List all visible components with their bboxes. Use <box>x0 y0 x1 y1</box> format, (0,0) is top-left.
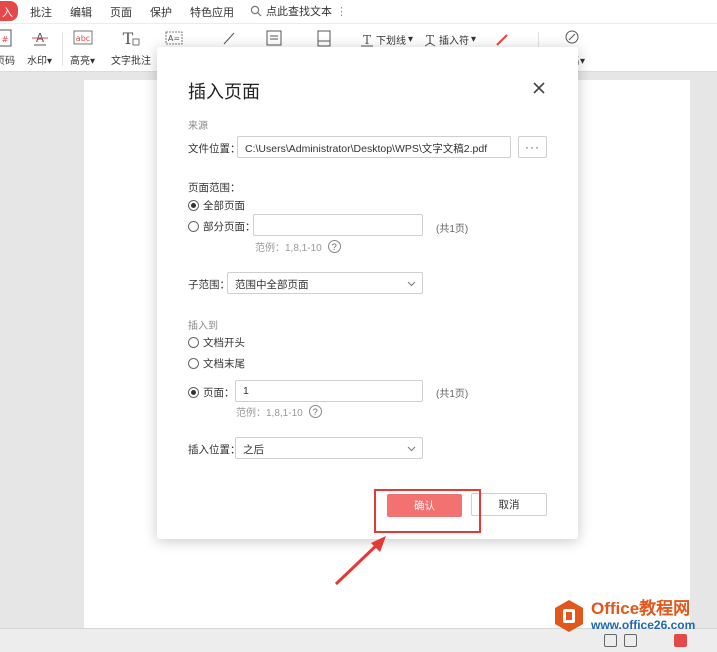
insert-symbol-label: 插入符 <box>439 36 469 47</box>
line-tool-button[interactable] <box>218 28 240 48</box>
insert-page-dialog: 插入页面 来源 文件位置： C:\Users\Administrator\Des… <box>157 47 578 539</box>
subrange-value: 范围中全部页面 <box>235 279 309 291</box>
radio-partial-pages[interactable]: 部分页面： <box>188 219 256 234</box>
radio-doc-end-circle[interactable] <box>188 358 199 369</box>
highlight-label: 高亮▾ <box>70 56 96 67</box>
radio-partial-pages-circle[interactable] <box>188 221 199 232</box>
svg-text:T: T <box>123 29 134 47</box>
svg-text:abc: abc <box>75 34 89 43</box>
help-icon[interactable]: ? <box>327 240 341 253</box>
logo-text: Office教程网 www.office26.com <box>591 599 696 633</box>
help-icon[interactable]: ? <box>308 405 322 418</box>
annotation-arrow-icon <box>334 536 386 586</box>
page-number-input[interactable]: 1 <box>235 380 423 402</box>
logo-brand: Office教程网 <box>591 599 691 618</box>
office-logo-icon <box>555 600 583 632</box>
note-icon <box>263 28 285 48</box>
doc-start-label: 文档开头 <box>203 337 245 349</box>
radio-all-pages[interactable]: 全部页面 <box>188 198 245 213</box>
partial-pages-input[interactable] <box>253 214 423 236</box>
source-section-label: 来源 <box>188 121 208 132</box>
subrange-select[interactable]: 范围中全部页面 <box>227 272 423 294</box>
page-example-hint: 范例：1,8,1-10 ? <box>236 404 322 419</box>
radio-doc-start[interactable]: 文档开头 <box>188 335 245 350</box>
note-button[interactable] <box>263 28 285 48</box>
watermark-label: 水印▾ <box>27 56 53 67</box>
insert-position-select[interactable]: 之后 <box>235 437 423 459</box>
radio-all-pages-circle[interactable] <box>188 200 199 211</box>
browse-button[interactable]: ··· <box>518 136 547 158</box>
underline-icon: T <box>361 33 373 47</box>
play-icon[interactable] <box>674 634 687 647</box>
highlight-button[interactable]: abc 高亮▾ <box>70 28 95 67</box>
watermark-icon: A <box>29 28 51 48</box>
insert-position-label: 插入位置： <box>188 444 241 456</box>
range-example-hint: 范例：1,8,1-10 ? <box>255 239 341 254</box>
view-icon[interactable] <box>604 634 617 647</box>
menu-tab-edit[interactable]: 编辑 <box>70 4 92 20</box>
toolbar-divider <box>62 32 63 66</box>
pen-button[interactable] <box>494 32 510 48</box>
watermark-button[interactable]: A 水印▾ <box>27 28 52 67</box>
menu-tab-features[interactable]: 特色应用 <box>190 4 234 20</box>
menu-tab-insert[interactable]: 入 <box>0 1 18 21</box>
doc-end-label: 文档末尾 <box>203 358 245 370</box>
range-example-text: 范例：1,8,1-10 <box>255 243 322 254</box>
text-comment-label: 文字批注 <box>111 56 151 67</box>
file-path-field[interactable]: C:\Users\Administrator\Desktop\WPS\文字文稿2… <box>237 136 511 158</box>
menu-tab-page[interactable]: 页面 <box>110 4 132 20</box>
svg-text:#: # <box>2 35 9 44</box>
menu-tab-comment[interactable]: 批注 <box>30 4 52 20</box>
text-comment-icon: T <box>120 28 142 48</box>
page-tool-button[interactable] <box>313 28 335 48</box>
subrange-label: 子范围： <box>188 279 230 291</box>
radio-doc-end[interactable]: 文档末尾 <box>188 356 245 371</box>
page-number-button[interactable]: # 页码 <box>0 28 16 67</box>
insert-to-section-label: 插入到 <box>188 321 218 332</box>
search-label: 点此查找文本 <box>266 6 332 18</box>
svg-text:T: T <box>363 33 371 47</box>
line-icon <box>218 28 240 48</box>
svg-text:A=: A= <box>168 34 180 43</box>
all-pages-label: 全部页面 <box>203 200 245 212</box>
page-example-text: 范例：1,8,1-10 <box>236 408 303 419</box>
chevron-down-icon <box>407 281 416 287</box>
highlight-icon: abc <box>72 28 94 48</box>
page-view-icon[interactable] <box>624 634 637 647</box>
text-comment-button[interactable]: T 文字批注 <box>111 28 151 67</box>
sign-icon <box>560 28 582 48</box>
page-number-icon: # <box>0 28 16 48</box>
radio-page[interactable]: 页面： <box>188 385 235 400</box>
find-text-search[interactable]: 点此查找文本 ⋮ <box>250 3 347 19</box>
page-label: 页面： <box>203 387 235 399</box>
menu-bar: 入 批注 编辑 页面 保护 特色应用 点此查找文本 ⋮ <box>0 0 717 24</box>
pen-icon <box>496 34 508 46</box>
page-range-label: 页面范围： <box>188 182 241 194</box>
insert-position-value: 之后 <box>243 444 264 456</box>
office26-logo: Office教程网 www.office26.com <box>551 598 695 634</box>
chevron-down-icon <box>407 446 416 452</box>
annotation-highlight-box <box>374 489 481 533</box>
total-pages-count: (共1页) <box>436 389 469 400</box>
logo-site: www.office26.com <box>591 618 696 632</box>
underline-label: 下划线 <box>376 36 406 47</box>
underline-button[interactable]: T 下划线 ▾ <box>360 32 413 47</box>
more-icon[interactable]: ⋮ <box>336 5 347 18</box>
insert-symbol-icon: T <box>424 33 436 47</box>
radio-doc-start-circle[interactable] <box>188 337 199 348</box>
insert-symbol-button[interactable]: T 插入符 ▾ <box>423 32 476 47</box>
total-pages-count: (共1页) <box>436 224 469 235</box>
text-box-button[interactable]: A= <box>163 28 185 48</box>
search-icon <box>250 5 262 17</box>
close-icon[interactable] <box>530 79 548 97</box>
page-icon <box>313 28 335 48</box>
menu-tab-protect[interactable]: 保护 <box>150 4 172 20</box>
cancel-button[interactable]: 取消 <box>471 493 547 516</box>
radio-page-circle[interactable] <box>188 387 199 398</box>
page-number-label: 页码 <box>0 56 15 67</box>
dialog-title: 插入页面 <box>188 82 260 102</box>
partial-pages-label: 部分页面： <box>203 221 256 233</box>
text-box-icon: A= <box>163 28 185 48</box>
file-location-label: 文件位置： <box>188 143 241 155</box>
